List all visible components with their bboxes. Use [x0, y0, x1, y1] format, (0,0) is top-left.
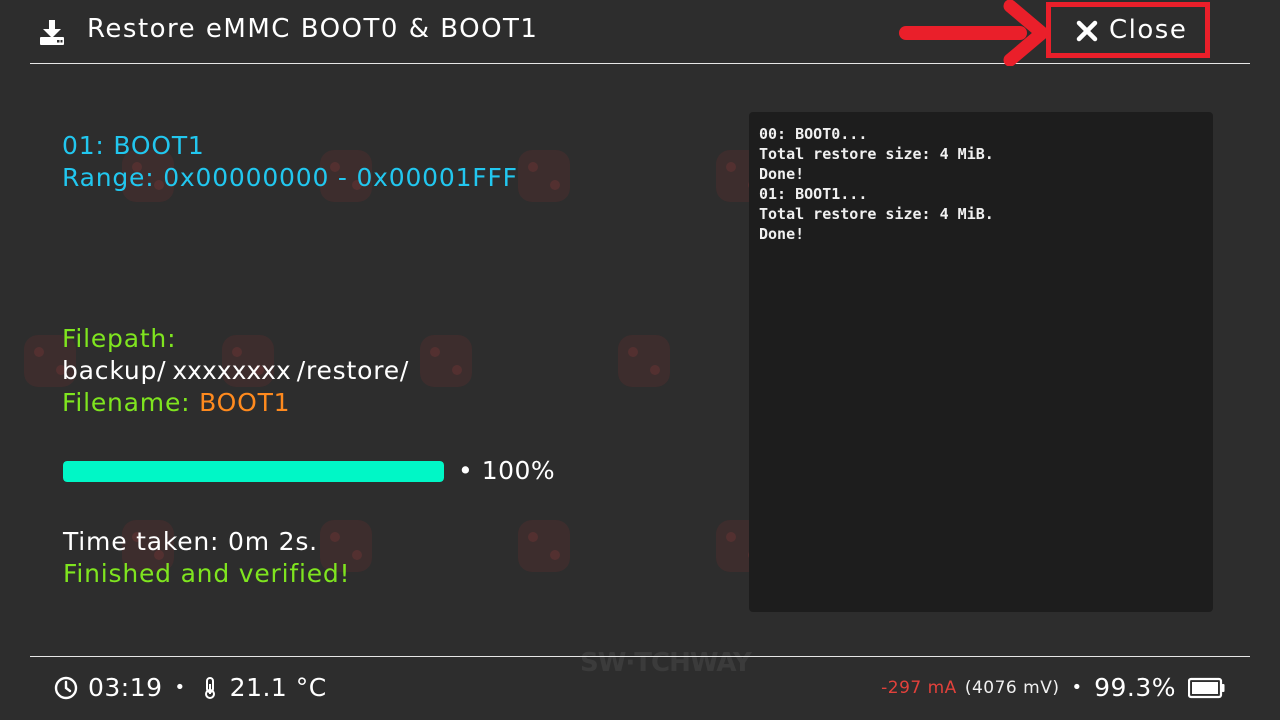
battery-icon — [1188, 677, 1225, 698]
filename-row: Filename: BOOT1 — [62, 387, 409, 419]
filename-label: Filename: — [62, 388, 191, 417]
log-line: 00: BOOT0... — [759, 125, 868, 143]
log-line: Done! — [759, 165, 805, 183]
filepath-redacted: xxxxxxxx — [172, 356, 291, 385]
log-line: Total restore size: 4 MiB. — [759, 145, 994, 163]
close-button[interactable]: Close — [1046, 2, 1210, 58]
separator: • — [174, 677, 186, 698]
partition-name: 01: BOOT1 — [62, 131, 205, 160]
partition-info: 01: BOOT1 Range: 0x00000000 - 0x00001FFF — [62, 130, 518, 194]
download-icon — [40, 20, 64, 45]
footer-left: 03:19 • 21.1 °C — [54, 673, 327, 702]
time-taken: Time taken: 0m 2s. — [63, 527, 318, 556]
watermark-tile — [618, 335, 670, 387]
thermometer-icon — [204, 676, 215, 699]
file-info: Filepath: backup/xxxxxxxx/restore/ Filen… — [62, 323, 409, 419]
status-footer: 03:19 • 21.1 °C -297 mA (4076 mV) • 99.3… — [30, 656, 1250, 720]
screen: Restore eMMC BOOT0 & BOOT1 Close 01: BOO… — [0, 0, 1280, 720]
status-message: Finished and verified! — [63, 559, 351, 588]
log-line: Total restore size: 4 MiB. — [759, 205, 994, 223]
battery-voltage: (4076 mV) — [964, 677, 1060, 698]
progress-percent: • 100% — [458, 456, 556, 485]
clock-icon — [54, 676, 78, 699]
battery-current: -297 mA — [881, 677, 957, 698]
result-info: Time taken: 0m 2s. Finished and verified… — [63, 526, 350, 590]
log-line: 01: BOOT1... — [759, 185, 868, 203]
battery-percent: 99.3% — [1094, 673, 1176, 702]
temperature: 21.1 °C — [229, 673, 327, 702]
filepath-suffix: /restore/ — [296, 356, 410, 385]
clock-time: 03:19 — [88, 673, 163, 702]
watermark-tile — [518, 520, 570, 572]
progress-fill — [63, 461, 444, 482]
close-x-icon — [1076, 20, 1098, 41]
partition-range: Range: 0x00000000 - 0x00001FFF — [62, 163, 518, 192]
close-button-label: Close — [1109, 15, 1188, 45]
filepath-label: Filepath: — [62, 324, 177, 353]
page-title: Restore eMMC BOOT0 & BOOT1 — [87, 14, 539, 44]
watermark-tile — [518, 150, 570, 202]
filepath-prefix: backup/ — [62, 356, 167, 385]
progress-bar — [63, 461, 444, 482]
footer-right: -297 mA (4076 mV) • 99.3% — [881, 673, 1226, 702]
separator: • — [1071, 677, 1083, 698]
log-console: 00: BOOT0... Total restore size: 4 MiB. … — [749, 112, 1213, 612]
filepath-value: backup/xxxxxxxx/restore/ — [62, 355, 409, 387]
log-line: Done! — [759, 225, 805, 243]
filename-value: BOOT1 — [199, 388, 291, 417]
watermark-tile — [420, 335, 472, 387]
annotation-arrow-icon — [899, 0, 1049, 66]
